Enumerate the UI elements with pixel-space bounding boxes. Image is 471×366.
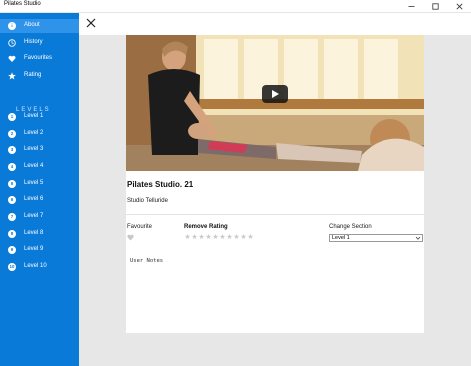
level-number-icon: 2 — [8, 130, 16, 138]
sidebar-item-history[interactable]: History — [0, 36, 79, 50]
user-notes-box — [126, 254, 424, 333]
star-icon[interactable]: ★ — [240, 234, 247, 241]
star-icon[interactable]: ★ — [205, 234, 212, 241]
sidebar-item-label: Favourites — [24, 55, 53, 61]
star-icon[interactable]: ★ — [191, 234, 198, 241]
clock-icon — [8, 39, 16, 47]
sidebar-item-label: Level 3 — [24, 146, 44, 152]
heart-icon — [127, 234, 134, 241]
info-icon: i — [8, 22, 16, 30]
favourite-toggle[interactable] — [127, 234, 134, 243]
sidebar-item-label: History — [24, 39, 43, 45]
star-icon[interactable]: ★ — [233, 234, 240, 241]
sidebar-item-level-6[interactable]: 6 Level 6 — [0, 193, 79, 207]
remove-rating-button[interactable]: Remove Rating — [184, 224, 228, 230]
sidebar-item-rating[interactable]: Rating — [0, 69, 79, 83]
sidebar: i About History Favourites Rating LEVELS… — [0, 13, 79, 366]
level-number-icon: 7 — [8, 213, 16, 221]
level-number-icon: 5 — [8, 180, 16, 188]
user-notes-input[interactable] — [126, 254, 424, 333]
heart-icon — [8, 55, 16, 63]
minimize-button[interactable] — [399, 0, 423, 13]
sidebar-item-level-4[interactable]: 4 Level 4 — [0, 160, 79, 174]
divider — [126, 214, 424, 215]
chevron-down-icon — [415, 235, 421, 241]
level-number-icon: 8 — [8, 230, 16, 238]
sidebar-item-level-7[interactable]: 7 Level 7 — [0, 210, 79, 224]
window-controls — [399, 0, 471, 13]
close-window-button[interactable] — [447, 0, 471, 13]
video-title: Pilates Studio. 21 — [127, 180, 194, 189]
video-player[interactable] — [126, 35, 424, 171]
sidebar-item-label: About — [24, 22, 40, 28]
minimize-icon — [408, 6, 414, 7]
close-detail-button[interactable] — [85, 17, 97, 29]
video-details-card: Pilates Studio. 21 Studio Telluride Favo… — [126, 35, 424, 257]
level-number-icon: 10 — [8, 263, 16, 271]
window-title: Pilates Studio — [4, 1, 41, 7]
sidebar-item-label: Level 1 — [24, 113, 44, 119]
section-dropdown-value: Level 1 — [332, 235, 350, 241]
star-icon[interactable]: ★ — [226, 234, 233, 241]
sidebar-item-level-2[interactable]: 2 Level 2 — [0, 127, 79, 141]
star-icon[interactable]: ★ — [212, 234, 219, 241]
sidebar-item-level-5[interactable]: 5 Level 5 — [0, 177, 79, 191]
level-number-icon: 9 — [8, 246, 16, 254]
sidebar-item-label: Level 4 — [24, 163, 44, 169]
star-icon[interactable]: ★ — [219, 234, 226, 241]
detail-top-bar — [79, 13, 471, 35]
sidebar-item-label: Rating — [24, 72, 42, 78]
level-number-icon: 4 — [8, 163, 16, 171]
sidebar-item-label: Level 5 — [24, 180, 44, 186]
rating-stars: ★ ★ ★ ★ ★ ★ ★ ★ ★ ★ — [184, 234, 254, 241]
sidebar-item-level-9[interactable]: 9 Level 9 — [0, 243, 79, 257]
studio-name: Studio Telluride — [127, 198, 168, 204]
sidebar-item-label: Level 9 — [24, 246, 44, 252]
sidebar-item-about[interactable]: i About — [0, 19, 79, 33]
sidebar-item-label: Level 7 — [24, 213, 44, 219]
star-icon[interactable]: ★ — [184, 234, 191, 241]
sidebar-item-level-3[interactable]: 3 Level 3 — [0, 143, 79, 157]
window-title-bar: Pilates Studio — [0, 0, 471, 13]
close-icon — [456, 3, 462, 10]
star-icon[interactable]: ★ — [247, 234, 254, 241]
sidebar-item-label: Level 6 — [24, 196, 44, 202]
sidebar-item-label: Level 10 — [24, 263, 47, 269]
level-number-icon: 6 — [8, 196, 16, 204]
maximize-button[interactable] — [423, 0, 447, 13]
section-dropdown[interactable]: Level 1 — [329, 234, 423, 242]
video-thumbnail — [126, 35, 424, 171]
sidebar-item-level-10[interactable]: 10 Level 10 — [0, 260, 79, 274]
sidebar-item-favourites[interactable]: Favourites — [0, 52, 79, 66]
play-icon — [272, 90, 279, 98]
sidebar-item-level-1[interactable]: 1 Level 1 — [0, 110, 79, 124]
sidebar-item-label: Level 8 — [24, 230, 44, 236]
main-content: Pilates Studio. 21 Studio Telluride Favo… — [79, 13, 471, 366]
sidebar-item-label: Level 2 — [24, 130, 44, 136]
favourite-label: Favourite — [127, 224, 153, 230]
level-number-icon: 1 — [8, 113, 16, 121]
maximize-icon — [431, 3, 439, 10]
sidebar-item-level-8[interactable]: 8 Level 8 — [0, 227, 79, 241]
play-button[interactable] — [262, 85, 288, 103]
star-icon[interactable]: ★ — [198, 234, 205, 241]
change-section-label: Change Section — [329, 224, 372, 230]
level-number-icon: 3 — [8, 146, 16, 154]
close-icon — [86, 18, 96, 28]
star-icon — [8, 72, 16, 80]
